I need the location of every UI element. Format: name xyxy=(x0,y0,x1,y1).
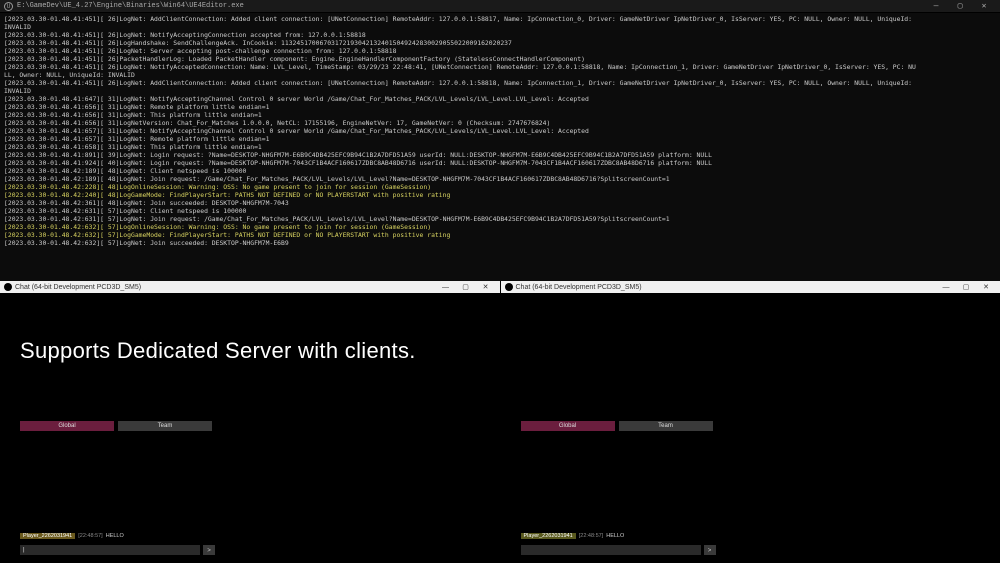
chat-message: Player_2262031941 [22:48:57] HELLO xyxy=(20,533,124,539)
maximize-button[interactable]: ▢ xyxy=(956,282,976,293)
chat-send-button[interactable]: > xyxy=(203,545,215,555)
editor-title: E:\GameDev\UE_4.27\Engine\Binaries\Win64… xyxy=(17,2,924,10)
console-line: [2023.03.30-01.48.41:451][ 26]LogNet: No… xyxy=(4,31,996,39)
ue-icon xyxy=(4,283,12,291)
console-line: [2023.03.30-01.48.41:451][ 26]LogHandsha… xyxy=(4,39,996,47)
console-line: INVALID xyxy=(4,87,996,95)
tab-team[interactable]: Team xyxy=(619,421,713,431)
client1-viewport[interactable]: Supports Dedicated Server with clients. … xyxy=(0,293,500,563)
console-line: [2023.03.30-01.48.41:891][ 39]LogNet: Lo… xyxy=(4,151,996,159)
tab-global[interactable]: Global xyxy=(521,421,615,431)
editor-titlebar: U E:\GameDev\UE_4.27\Engine\Binaries\Win… xyxy=(0,0,1000,13)
tab-global[interactable]: Global xyxy=(20,421,114,431)
console-line: [2023.03.30-01.48.41:451][ 26]LogNet: Se… xyxy=(4,47,996,55)
client1-title: Chat (64-bit Development PCD3D_SM5) xyxy=(15,284,436,291)
minimize-button[interactable]: — xyxy=(924,0,948,12)
console-line: [2023.03.30-01.48.41:924][ 40]LogNet: Lo… xyxy=(4,159,996,167)
console-line: [2023.03.30-01.48.42:189][ 48]LogNet: Jo… xyxy=(4,175,996,183)
close-button[interactable]: ✕ xyxy=(972,0,996,12)
maximize-button[interactable]: ▢ xyxy=(948,0,972,12)
client2-window-controls: — ▢ ✕ xyxy=(936,282,996,293)
client2-titlebar: Chat (64-bit Development PCD3D_SM5) — ▢ … xyxy=(501,281,1000,293)
chat-timestamp: [22:48:57] xyxy=(579,533,603,539)
console-line: [2023.03.30-01.48.41:657][ 31]LogNet: Re… xyxy=(4,135,996,143)
console-line: [2023.03.30-01.48.41:658][ 31]LogNet: Th… xyxy=(4,143,996,151)
player-name-tag: Player_2262031941 xyxy=(20,533,75,539)
editor-window-controls: — ▢ ✕ xyxy=(924,0,996,12)
client2-title: Chat (64-bit Development PCD3D_SM5) xyxy=(516,284,937,291)
client-window-2: Chat (64-bit Development PCD3D_SM5) — ▢ … xyxy=(501,281,1000,563)
console-line: [2023.03.30-01.48.41:656][ 31]LogNetVers… xyxy=(4,119,996,127)
console-line: [2023.03.30-01.48.41:647][ 31]LogNet: No… xyxy=(4,95,996,103)
console-output[interactable]: [2023.03.30-01.48.41:451][ 26]LogNet: Ad… xyxy=(0,13,1000,281)
chat-text: HELLO xyxy=(106,533,124,539)
console-line: [2023.03.30-01.48.42:631][ 57]LogNet: Cl… xyxy=(4,207,996,215)
console-line: [2023.03.30-01.48.42:240][ 48]LogGameMod… xyxy=(4,191,996,199)
minimize-button[interactable]: — xyxy=(936,282,956,293)
client1-window-controls: — ▢ ✕ xyxy=(436,282,496,293)
console-line: [2023.03.30-01.48.41:451][ 26]LogNet: Ad… xyxy=(4,79,996,87)
console-line: LL, Owner: NULL, UniqueId: INVALID xyxy=(4,71,996,79)
console-line: [2023.03.30-01.48.42:631][ 57]LogNet: Jo… xyxy=(4,215,996,223)
ue-icon xyxy=(505,283,513,291)
client-window-1: Chat (64-bit Development PCD3D_SM5) — ▢ … xyxy=(0,281,500,563)
overlay-caption: Supports Dedicated Server with clients. xyxy=(20,338,416,364)
close-button[interactable]: ✕ xyxy=(476,282,496,293)
console-line: [2023.03.30-01.48.41:451][ 26]LogNet: No… xyxy=(4,63,996,71)
console-line: [2023.03.30-01.48.42:189][ 48]LogNet: Cl… xyxy=(4,167,996,175)
chat-message: Player_2262031941 [22:48:57] HELLO xyxy=(521,533,625,539)
console-line: [2023.03.30-01.48.41:657][ 31]LogNet: No… xyxy=(4,127,996,135)
ue-icon: U xyxy=(4,2,13,11)
client1-titlebar: Chat (64-bit Development PCD3D_SM5) — ▢ … xyxy=(0,281,500,293)
console-line: [2023.03.30-01.48.42:361][ 48]LogNet: Jo… xyxy=(4,199,996,207)
console-line: [2023.03.30-01.48.42:632][ 57]LogNet: Jo… xyxy=(4,239,996,247)
console-line: [2023.03.30-01.48.42:632][ 57]LogGameMod… xyxy=(4,231,996,239)
clients-row: Chat (64-bit Development PCD3D_SM5) — ▢ … xyxy=(0,281,1000,563)
chat-tabs: Global Team xyxy=(20,421,212,431)
chat-tabs: Global Team xyxy=(521,421,713,431)
tab-team[interactable]: Team xyxy=(118,421,212,431)
console-line: [2023.03.30-01.48.41:451][ 26]LogNet: Ad… xyxy=(4,15,996,23)
chat-input[interactable] xyxy=(521,545,701,555)
console-line: [2023.03.30-01.48.41:451][ 26]PacketHand… xyxy=(4,55,996,63)
console-line: [2023.03.30-01.48.42:632][ 57]LogOnlineS… xyxy=(4,223,996,231)
console-line: [2023.03.30-01.48.41:656][ 31]LogNet: Th… xyxy=(4,111,996,119)
client2-viewport[interactable]: Global Team Player_2262031941 [22:48:57]… xyxy=(501,293,1000,563)
console-line: [2023.03.30-01.48.41:656][ 31]LogNet: Re… xyxy=(4,103,996,111)
player-name-tag: Player_2262031941 xyxy=(521,533,576,539)
chat-input-row: > xyxy=(521,545,716,555)
console-line: INVALID xyxy=(4,23,996,31)
minimize-button[interactable]: — xyxy=(436,282,456,293)
chat-send-button[interactable]: > xyxy=(704,545,716,555)
chat-input-row: > xyxy=(20,545,215,555)
console-line: [2023.03.30-01.48.42:228][ 48]LogOnlineS… xyxy=(4,183,996,191)
chat-input[interactable] xyxy=(20,545,200,555)
chat-timestamp: [22:48:57] xyxy=(78,533,102,539)
maximize-button[interactable]: ▢ xyxy=(456,282,476,293)
chat-text: HELLO xyxy=(606,533,624,539)
close-button[interactable]: ✕ xyxy=(976,282,996,293)
